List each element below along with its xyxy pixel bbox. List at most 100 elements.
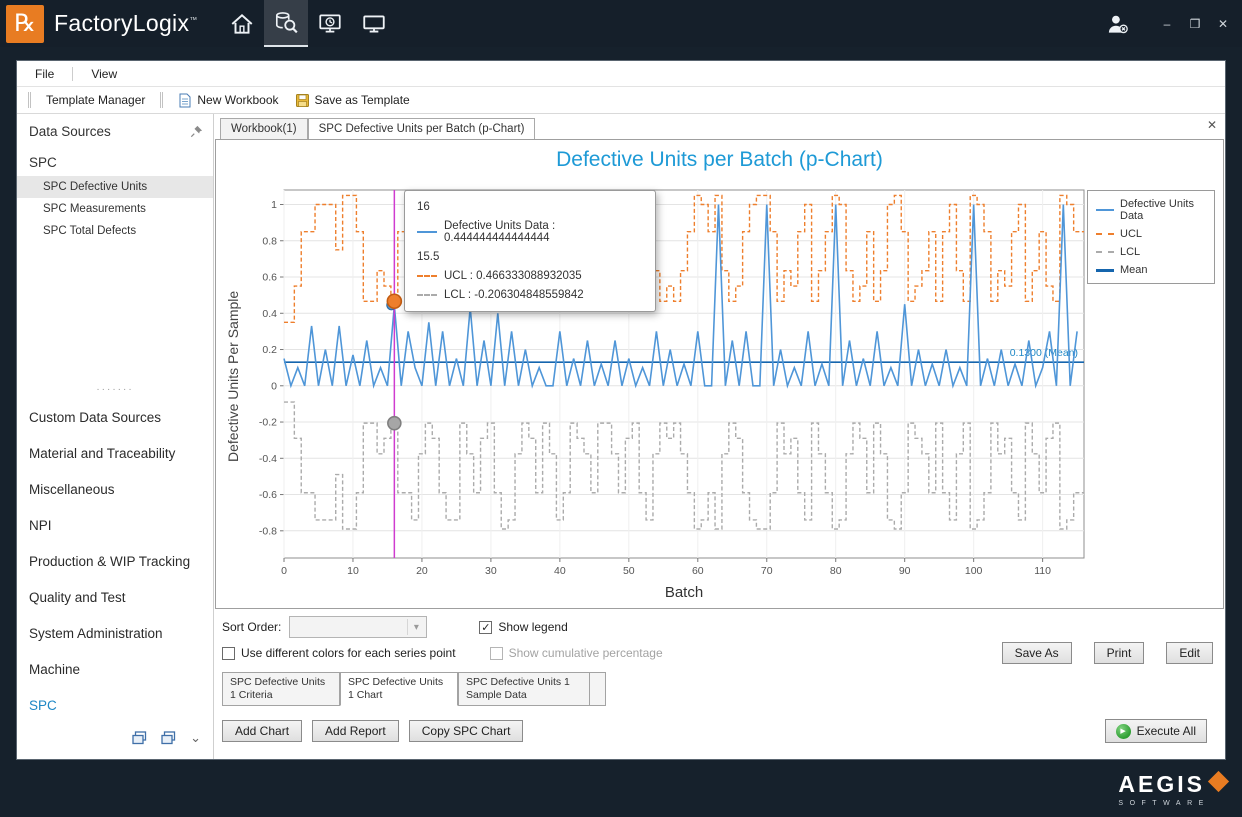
use-different-colors-checkbox[interactable]: [222, 647, 235, 660]
svg-text:0: 0: [281, 565, 287, 577]
legend-label: UCL: [1120, 228, 1142, 240]
save-as-template-button[interactable]: Save as Template: [291, 91, 414, 110]
category-quality-and-test[interactable]: Quality and Test: [17, 579, 213, 615]
series-options-row: Use different colors for each series poi…: [222, 640, 1217, 666]
category-spc[interactable]: SPC: [17, 687, 213, 723]
show-cumulative-percentage-label: Show cumulative percentage: [509, 646, 663, 660]
legend-label: Defective Units Data: [1120, 198, 1206, 222]
show-cumulative-percentage-checkbox[interactable]: [490, 647, 503, 660]
tab-close-icon[interactable]: ✕: [1207, 118, 1217, 132]
execute-icon: ▶: [1116, 724, 1131, 739]
cascade-windows-icon[interactable]: [161, 731, 176, 745]
aegis-logo: AEGIS SOFTWARE: [1118, 771, 1226, 807]
svg-text:1: 1: [271, 199, 277, 211]
ucl-line-sample-icon: [1096, 233, 1114, 235]
tab-workbook[interactable]: Workbook(1): [220, 118, 308, 139]
sidebar-item-spc-total-defects[interactable]: SPC Total Defects: [17, 220, 213, 242]
panel-splitter-handle[interactable]: ·······: [17, 385, 213, 399]
legend-label: Mean: [1120, 264, 1148, 276]
category-custom-data-sources[interactable]: Custom Data Sources: [17, 399, 213, 435]
user-logout-icon[interactable]: [1104, 11, 1130, 37]
close-button[interactable]: ✕: [1216, 17, 1230, 31]
cascade-windows-icon[interactable]: [132, 731, 147, 745]
window-controls: – ❒ ✕: [1160, 17, 1230, 31]
aegis-diamond-icon: [1208, 770, 1229, 791]
data-sources-header: Data Sources: [17, 114, 213, 145]
legend-label: LCL: [1120, 246, 1140, 258]
svg-text:110: 110: [1034, 565, 1051, 577]
category-npi[interactable]: NPI: [17, 507, 213, 543]
new-workbook-button[interactable]: New Workbook: [174, 91, 282, 110]
chevron-down-icon[interactable]: ⌄: [190, 730, 201, 746]
show-legend-label[interactable]: Show legend: [498, 620, 567, 634]
tooltip-ucl-row: UCL : 0.466333088932035: [417, 270, 643, 282]
sort-order-select[interactable]: ▾: [289, 616, 427, 638]
chart-container: Defective Units per Batch (p-Chart) Defe…: [215, 139, 1224, 609]
svg-text:30: 30: [485, 565, 497, 577]
group-spc-label[interactable]: SPC: [17, 145, 213, 176]
svg-text:40: 40: [554, 565, 566, 577]
template-manager-button[interactable]: Template Manager: [42, 91, 149, 109]
subtab-chart[interactable]: SPC Defective Units 1 Chart: [340, 672, 458, 706]
tab-spc-defective-units-chart[interactable]: SPC Defective Units per Batch (p-Chart): [308, 118, 536, 139]
subtab-criteria[interactable]: SPC Defective Units 1 Criteria: [222, 672, 340, 706]
menu-file[interactable]: File: [31, 65, 58, 83]
subtab-sample-data[interactable]: SPC Defective Units 1 Sample Data: [458, 672, 590, 706]
aegis-brand-text: AEGIS: [1118, 771, 1205, 798]
category-material-and-traceability[interactable]: Material and Traceability: [17, 435, 213, 471]
add-chart-button[interactable]: Add Chart: [222, 720, 302, 742]
ucl-line-sample-icon: [417, 275, 437, 277]
tooltip-data-text: Defective Units Data : 0.444444444444444: [444, 220, 643, 244]
sidebar-item-spc-measurements[interactable]: SPC Measurements: [17, 198, 213, 220]
add-report-button[interactable]: Add Report: [312, 720, 399, 742]
toolbar-grip: [160, 92, 163, 108]
pin-icon[interactable]: [190, 125, 203, 138]
legend-item-ucl: UCL: [1096, 228, 1206, 240]
subtab-stub: [590, 672, 606, 706]
svg-text:0.8: 0.8: [262, 235, 277, 247]
workbook-area: Workbook(1) SPC Defective Units per Batc…: [214, 114, 1225, 759]
category-miscellaneous[interactable]: Miscellaneous: [17, 471, 213, 507]
spc-p-chart-plot[interactable]: 10.80.60.40.20-0.2-0.4-0.6-0.80102030405…: [240, 180, 1120, 596]
execute-all-label: Execute All: [1137, 724, 1196, 738]
scheduler-icon[interactable]: [308, 0, 352, 47]
menu-view[interactable]: View: [87, 65, 121, 83]
category-system-administration[interactable]: System Administration: [17, 615, 213, 651]
copy-spc-chart-button[interactable]: Copy SPC Chart: [409, 720, 524, 742]
toolbar: Template Manager New Workbook Save as Te…: [17, 87, 1225, 114]
maximize-button[interactable]: ❒: [1188, 17, 1202, 31]
titlebar-nav-icons: [220, 0, 396, 47]
execute-all-button[interactable]: ▶ Execute All: [1105, 719, 1207, 743]
mean-line-sample-icon: [1096, 269, 1114, 272]
data-line-sample-icon: [417, 231, 437, 233]
category-machine[interactable]: Machine: [17, 651, 213, 687]
trademark: ™: [189, 15, 197, 24]
category-production-wip-tracking[interactable]: Production & WIP Tracking: [17, 543, 213, 579]
svg-text:100: 100: [965, 565, 983, 577]
legend-item-data: Defective Units Data: [1096, 198, 1206, 222]
svg-text:-0.8: -0.8: [259, 525, 277, 537]
title-bar: ℞ FactoryLogix™ – ❒ ✕: [0, 0, 1242, 47]
svg-text:10: 10: [347, 565, 359, 577]
new-workbook-icon: [178, 93, 192, 108]
home-icon[interactable]: [220, 0, 264, 47]
monitor-icon[interactable]: [352, 0, 396, 47]
x-axis-label: Batch: [284, 584, 1084, 601]
print-button[interactable]: Print: [1094, 642, 1145, 664]
save-as-button[interactable]: Save As: [1002, 642, 1072, 664]
edit-button[interactable]: Edit: [1166, 642, 1213, 664]
use-different-colors-label[interactable]: Use different colors for each series poi…: [241, 646, 456, 660]
data-analytics-icon[interactable]: [264, 0, 308, 47]
svg-text:50: 50: [623, 565, 635, 577]
minimize-button[interactable]: –: [1160, 17, 1174, 31]
svg-text:70: 70: [761, 565, 773, 577]
show-legend-checkbox[interactable]: ✓: [479, 621, 492, 634]
lcl-line-sample-icon: [1096, 251, 1114, 253]
lcl-line-sample-icon: [417, 294, 437, 296]
sidebar-item-spc-defective-units[interactable]: SPC Defective Units: [17, 176, 213, 198]
document-tab-strip: Workbook(1) SPC Defective Units per Batc…: [214, 114, 1225, 139]
main-window: File View Template Manager New Workbook …: [16, 60, 1226, 760]
menu-separator: [72, 67, 73, 81]
save-as-template-icon: [295, 93, 310, 108]
chart-tooltip: 16 Defective Units Data : 0.444444444444…: [404, 190, 656, 312]
